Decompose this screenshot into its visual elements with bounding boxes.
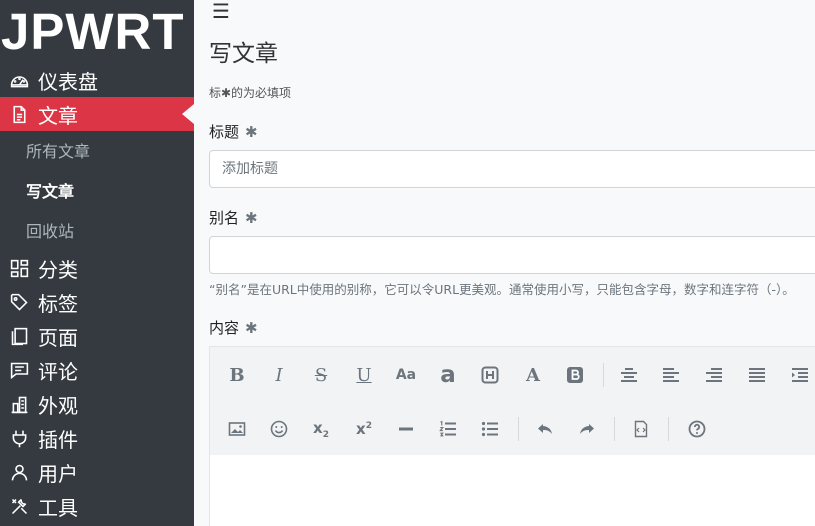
sidebar-item-label: 分类	[38, 257, 78, 282]
emoji-icon[interactable]	[264, 414, 294, 444]
italic-icon[interactable]: I	[264, 360, 294, 390]
sidebar-item-dashboard[interactable]: 仪表盘	[0, 63, 194, 97]
align-right-icon[interactable]	[699, 360, 729, 390]
underline-icon[interactable]: U	[349, 360, 379, 390]
comment-icon	[8, 359, 30, 381]
rich-text-editor: B I S U Aa a A x2 x2	[209, 346, 815, 526]
heading-icon[interactable]	[475, 360, 505, 390]
sidebar-item-label: 文章	[38, 103, 78, 128]
title-input[interactable]	[209, 150, 815, 188]
help-icon[interactable]	[682, 414, 712, 444]
font-family-icon[interactable]: a	[433, 360, 463, 390]
user-icon	[8, 461, 30, 483]
sidebar-item-pages[interactable]: 页面	[0, 319, 194, 353]
unordered-list-icon[interactable]	[475, 414, 505, 444]
undo-icon[interactable]	[530, 414, 560, 444]
appearance-icon	[8, 393, 30, 415]
sidebar-item-label: 评论	[38, 359, 78, 384]
tools-icon	[8, 495, 30, 517]
indent-icon[interactable]	[785, 360, 815, 390]
editor-toolbar: B I S U Aa a A x2 x2	[210, 347, 815, 455]
required-note: 标✱的为必填项	[209, 86, 292, 100]
sidebar-item-comments[interactable]: 评论	[0, 353, 194, 387]
sidebar-item-label: 仪表盘	[38, 69, 98, 94]
ordered-list-icon[interactable]	[433, 414, 463, 444]
subscript-icon[interactable]: x2	[306, 414, 336, 444]
slug-input[interactable]	[209, 236, 815, 274]
toolbar-separator	[518, 417, 519, 441]
superscript-icon[interactable]: x2	[349, 414, 379, 444]
align-left-icon[interactable]	[656, 360, 686, 390]
strikethrough-icon[interactable]: S	[306, 360, 336, 390]
brand-logo[interactable]: JPWRT	[0, 0, 194, 64]
font-size-icon[interactable]: Aa	[391, 360, 421, 390]
redo-icon[interactable]	[572, 414, 602, 444]
slug-label: 别名 ✱	[209, 209, 258, 227]
horizontal-rule-icon[interactable]	[391, 414, 421, 444]
toolbar-separator	[603, 363, 604, 387]
sidebar-item-label: 外观	[38, 393, 78, 418]
tag-icon	[8, 291, 30, 313]
content-label: 内容 ✱	[209, 319, 258, 337]
title-label: 标题 ✱	[209, 123, 258, 141]
sidebar-item-label: 标签	[38, 291, 78, 316]
sidebar-item-label: 插件	[38, 427, 78, 452]
toolbar-separator	[614, 417, 615, 441]
pages-icon	[8, 325, 30, 347]
required-star: ✱	[245, 209, 258, 227]
main-content: ☰ 写文章 标✱的为必填项 标题✱ 别名✱ “别名”是在URL中使用的别称，它可…	[194, 0, 815, 526]
bold-icon[interactable]: B	[222, 360, 252, 390]
document-icon	[8, 103, 30, 125]
sidebar-subitem-write-post[interactable]: 写文章	[26, 177, 74, 207]
image-icon[interactable]	[222, 414, 252, 444]
sidebar-item-tags[interactable]: 标签	[0, 285, 194, 319]
sidebar-item-posts[interactable]: 文章	[0, 97, 194, 131]
sidebar-item-label: 用户	[38, 461, 78, 486]
code-view-icon[interactable]	[626, 414, 656, 444]
toolbar-separator	[668, 417, 669, 441]
editor-content-area[interactable]	[210, 455, 815, 526]
sidebar-item-label: 工具	[38, 495, 78, 520]
text-color-icon[interactable]: A	[518, 360, 548, 390]
slug-help-text: “别名”是在URL中使用的别称，它可以令URL更美观。通常使用小写，只能包含字母…	[209, 282, 795, 297]
align-center-icon[interactable]	[614, 360, 644, 390]
justify-icon[interactable]	[742, 360, 772, 390]
menu-toggle-icon[interactable]: ☰	[212, 0, 230, 22]
sidebar-subitem-all-posts[interactable]: 所有文章	[26, 137, 90, 167]
category-icon	[8, 257, 30, 279]
background-color-icon[interactable]	[560, 360, 590, 390]
dashboard-icon	[8, 69, 30, 91]
sidebar: JPWRT 仪表盘 文章 所有文章 写文章 回收站 分类 标签 页面 评论 外观…	[0, 0, 194, 526]
required-star: ✱	[245, 123, 258, 141]
sidebar-item-tools[interactable]: 工具	[0, 489, 194, 523]
sidebar-item-label: 页面	[38, 325, 78, 350]
sidebar-item-plugins[interactable]: 插件	[0, 421, 194, 455]
sidebar-item-users[interactable]: 用户	[0, 455, 194, 489]
sidebar-item-categories[interactable]: 分类	[0, 251, 194, 285]
sidebar-subitem-trash[interactable]: 回收站	[26, 217, 74, 247]
plugin-icon	[8, 427, 30, 449]
page-title: 写文章	[209, 41, 278, 67]
required-star: ✱	[245, 319, 258, 337]
sidebar-item-appearance[interactable]: 外观	[0, 387, 194, 421]
